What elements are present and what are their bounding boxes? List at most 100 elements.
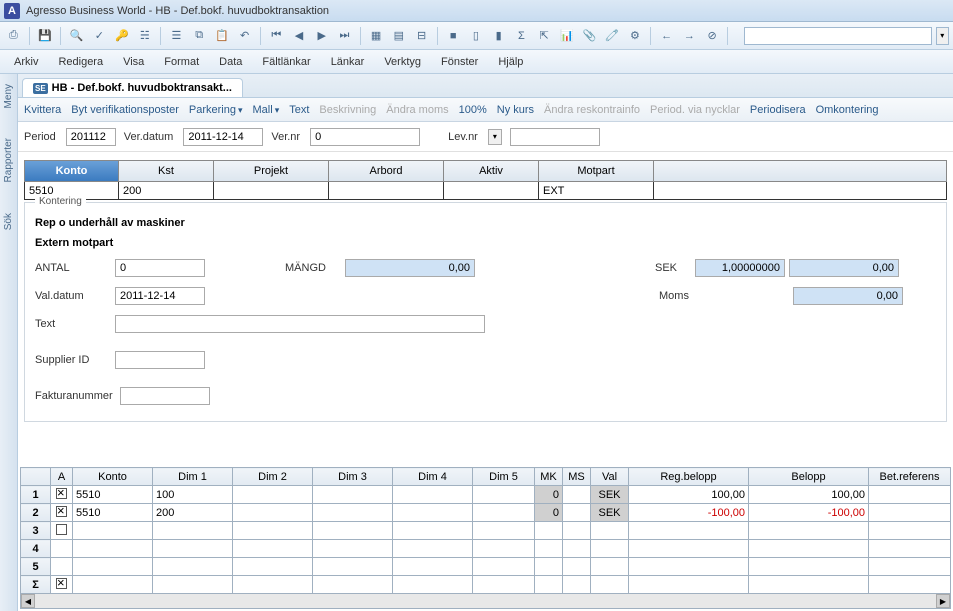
cell-dim2[interactable] <box>233 504 313 522</box>
paste-icon[interactable]: 📋 <box>213 26 232 46</box>
grid-header-ms[interactable]: MS <box>563 468 591 486</box>
grid-header-dim-2[interactable]: Dim 2 <box>233 468 313 486</box>
cell-ref[interactable] <box>869 522 951 540</box>
gear-icon[interactable]: ⚙ <box>626 26 645 46</box>
grid-header-mk[interactable]: MK <box>535 468 563 486</box>
levnr-dropdown-icon[interactable]: ▾ <box>488 129 502 145</box>
check-icon[interactable]: ✓ <box>90 26 109 46</box>
menu-länkar[interactable]: Länkar <box>321 52 375 72</box>
period-input[interactable] <box>66 128 116 146</box>
cell-val[interactable] <box>591 558 629 576</box>
cell-belopp[interactable]: 100,00 <box>749 486 869 504</box>
checkbox-icon[interactable] <box>56 524 67 535</box>
action-text[interactable]: Text <box>289 104 309 116</box>
sidebar-sök[interactable]: Sök <box>3 213 14 230</box>
cell-belopp[interactable] <box>749 540 869 558</box>
cell-reg[interactable]: -100,00 <box>629 504 749 522</box>
transaction-table[interactable]: AKontoDim 1Dim 2Dim 3Dim 4Dim 5MKMSValRe… <box>20 467 951 609</box>
grid-header-reg-belopp[interactable]: Reg.belopp <box>629 468 749 486</box>
cell-konto[interactable] <box>73 558 153 576</box>
cell-dim5[interactable] <box>473 504 535 522</box>
grid-header-rownum[interactable] <box>21 468 51 486</box>
grid-header-bet-referens[interactable]: Bet.referens <box>869 468 951 486</box>
action-mall[interactable]: Mall <box>253 104 280 116</box>
entry-input-aktiv[interactable] <box>448 185 534 197</box>
scroll-right-icon[interactable]: ▶ <box>936 594 950 608</box>
cell-konto[interactable]: 5510 <box>73 504 153 522</box>
entry-col-aktiv[interactable]: Aktiv <box>444 160 539 182</box>
cell-a[interactable] <box>51 522 73 540</box>
cell-konto[interactable] <box>73 522 153 540</box>
text-input[interactable] <box>115 315 485 333</box>
entry-cell-kst[interactable] <box>119 182 214 200</box>
moms-input[interactable] <box>793 287 903 305</box>
action-kvittera[interactable]: Kvittera <box>24 104 61 116</box>
cell-dim1[interactable] <box>153 522 233 540</box>
grid-header-konto[interactable]: Konto <box>73 468 153 486</box>
cell-dim5[interactable] <box>473 558 535 576</box>
sek-rate-input[interactable] <box>695 259 785 277</box>
entry-col-kst[interactable]: Kst <box>119 160 214 182</box>
rownum[interactable]: 3 <box>21 522 51 540</box>
cell-dim2[interactable] <box>233 558 313 576</box>
menu-visa[interactable]: Visa <box>113 52 154 72</box>
clip-icon[interactable]: 📎 <box>580 26 599 46</box>
copy-icon[interactable]: ⧉ <box>190 26 209 46</box>
valdatum-input[interactable] <box>115 287 205 305</box>
cell-dim5[interactable] <box>473 540 535 558</box>
entry-input-arbord[interactable] <box>333 185 439 197</box>
print-icon[interactable]: ⎙ <box>4 26 23 46</box>
cell-val[interactable]: SEK <box>591 504 629 522</box>
antal-input[interactable] <box>115 259 205 277</box>
cell-dim1[interactable]: 100 <box>153 486 233 504</box>
menu-fältlänkar[interactable]: Fältlänkar <box>252 52 320 72</box>
action-omkontering[interactable]: Omkontering <box>816 104 879 116</box>
action-parkering[interactable]: Parkering <box>189 104 243 116</box>
entry-input-kst[interactable] <box>123 185 209 197</box>
menu-arkiv[interactable]: Arkiv <box>4 52 48 72</box>
expand-icon[interactable]: ▮ <box>489 26 508 46</box>
save-icon[interactable]: 💾 <box>36 26 55 46</box>
cell-reg[interactable]: 100,00 <box>629 486 749 504</box>
cell-belopp[interactable] <box>749 522 869 540</box>
undo-icon[interactable]: ↶ <box>235 26 254 46</box>
cell-dim2[interactable] <box>233 540 313 558</box>
cell-mk[interactable]: 0 <box>535 486 563 504</box>
sidebar-rapporter[interactable]: Rapporter <box>3 138 14 182</box>
stop-icon[interactable]: ■ <box>444 26 463 46</box>
vernr-input[interactable] <box>310 128 420 146</box>
cell-dim3[interactable] <box>313 558 393 576</box>
cell-belopp[interactable]: -100,00 <box>749 504 869 522</box>
rownum[interactable]: 1 <box>21 486 51 504</box>
grid-header-val[interactable]: Val <box>591 468 629 486</box>
entry-input-konto[interactable] <box>29 185 114 197</box>
action-periodisera[interactable]: Periodisera <box>750 104 806 116</box>
cancel-icon[interactable]: ⊘ <box>703 26 722 46</box>
cell-dim1[interactable]: 200 <box>153 504 233 522</box>
chart-icon[interactable]: 📊 <box>557 26 576 46</box>
mangd-input[interactable] <box>345 259 475 277</box>
levnr-input[interactable] <box>510 128 600 146</box>
cell-ref[interactable] <box>869 540 951 558</box>
cell-dim3[interactable] <box>313 522 393 540</box>
entry-cell-aktiv[interactable] <box>444 182 539 200</box>
entry-col-motpart[interactable]: Motpart <box>539 160 654 182</box>
cell-mk[interactable] <box>535 558 563 576</box>
sum-icon[interactable]: Σ <box>512 26 531 46</box>
menu-redigera[interactable]: Redigera <box>48 52 113 72</box>
grid-icon[interactable]: ▦ <box>367 26 386 46</box>
sek-value-input[interactable] <box>789 259 899 277</box>
toolbar-combo[interactable] <box>744 27 931 45</box>
attach-icon[interactable]: 🧷 <box>603 26 622 46</box>
back-icon[interactable]: ← <box>657 26 676 46</box>
cell-ms[interactable] <box>563 558 591 576</box>
entry-cell-arbord[interactable] <box>329 182 444 200</box>
grid-header-dim-4[interactable]: Dim 4 <box>393 468 473 486</box>
faktura-input[interactable] <box>120 387 210 405</box>
table-row[interactable]: 155101000SEK100,00100,00 <box>21 486 951 504</box>
nav-last-icon[interactable]: ⏭ <box>335 26 354 46</box>
entry-col-projekt[interactable]: Projekt <box>214 160 329 182</box>
nav-prev-icon[interactable]: ◀ <box>290 26 309 46</box>
checkbox-icon[interactable] <box>56 488 67 499</box>
filter-icon[interactable]: ☵ <box>135 26 154 46</box>
